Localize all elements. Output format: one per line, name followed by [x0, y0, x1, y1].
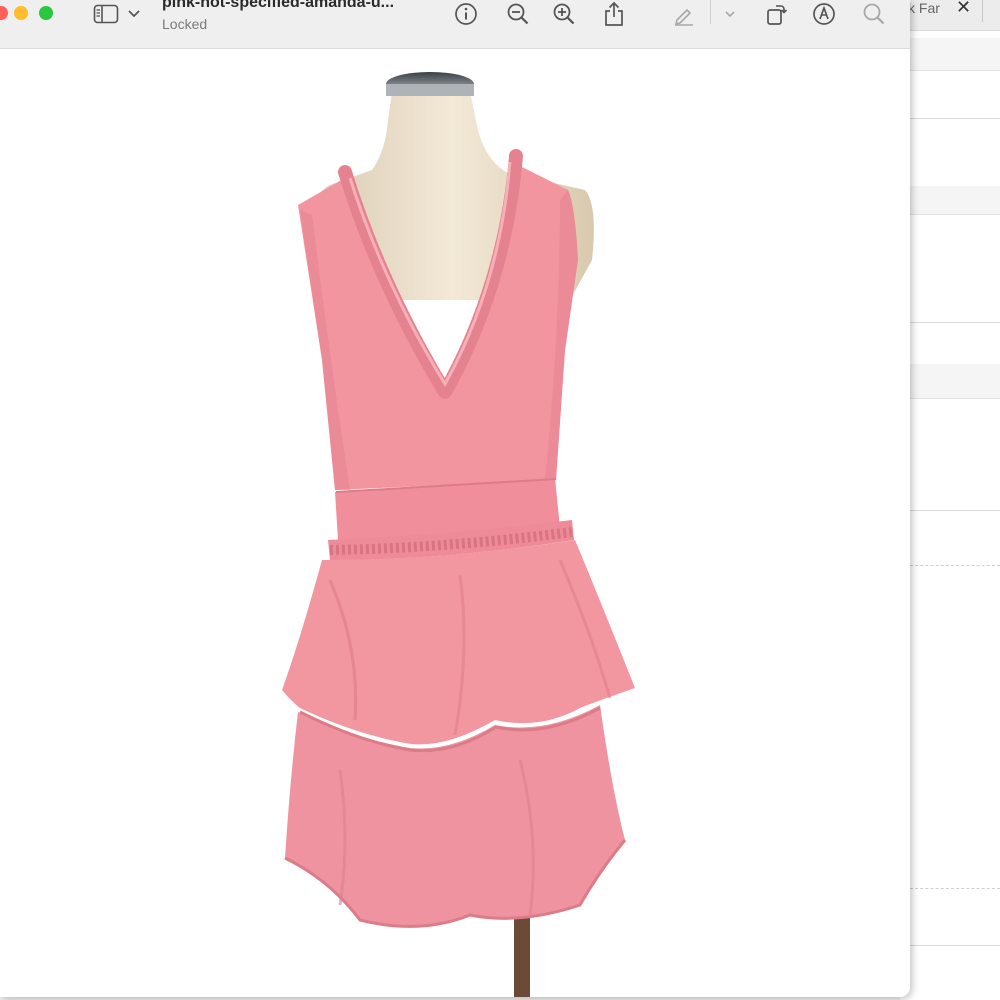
annotate-icon — [813, 3, 835, 25]
info-button[interactable] — [452, 0, 480, 28]
search-button[interactable] — [860, 0, 888, 28]
search-icon — [863, 3, 885, 25]
markup-button[interactable] — [670, 0, 698, 28]
chevron-down-icon — [725, 11, 735, 18]
title-bar: pink-not-specified-amanda-u... Locked — [0, 0, 910, 49]
divider — [910, 510, 1000, 511]
preview-window: pink-not-specified-amanda-u... Locked — [0, 0, 910, 997]
toolbar-divider — [710, 0, 711, 24]
share-icon — [605, 1, 623, 26]
divider — [910, 945, 1000, 946]
content-band — [910, 38, 1000, 71]
document-status: Locked — [162, 16, 208, 32]
pen-icon — [674, 8, 693, 26]
background-browser-tab[interactable]: k Far ✕ — [900, 0, 1000, 31]
chevron-down-icon — [128, 10, 140, 18]
rotate-icon — [767, 5, 788, 25]
sidebar-menu-button[interactable] — [124, 4, 144, 24]
maximize-window-button[interactable] — [39, 6, 53, 20]
share-button[interactable] — [600, 0, 628, 28]
zoom-in-button[interactable] — [550, 0, 578, 28]
document-title: pink-not-specified-amanda-u... — [162, 0, 395, 11]
content-band — [910, 186, 1000, 215]
sidebar-toggle-button[interactable] — [92, 2, 120, 26]
dashed-divider — [910, 888, 1000, 889]
dress-photo — [282, 72, 635, 997]
dashed-divider — [910, 565, 1000, 566]
tab-divider — [982, 0, 983, 22]
background-browser-window: k Far ✕ — [900, 0, 1000, 1000]
minimize-window-button[interactable] — [14, 6, 28, 20]
annotate-button[interactable] — [810, 0, 838, 28]
sidebar-icon — [93, 4, 119, 24]
close-window-button[interactable] — [0, 6, 8, 20]
zoom-in-icon — [553, 3, 575, 25]
zoom-out-icon — [507, 3, 529, 25]
markup-menu-button[interactable] — [720, 4, 740, 24]
divider — [910, 322, 1000, 323]
divider — [910, 118, 1000, 119]
background-tab-title: k Far — [908, 0, 940, 16]
rotate-button[interactable] — [762, 0, 790, 28]
zoom-out-button[interactable] — [504, 0, 532, 28]
info-icon — [455, 3, 477, 25]
image-canvas[interactable] — [0, 49, 910, 997]
content-band — [910, 364, 1000, 399]
close-icon[interactable]: ✕ — [956, 0, 971, 16]
